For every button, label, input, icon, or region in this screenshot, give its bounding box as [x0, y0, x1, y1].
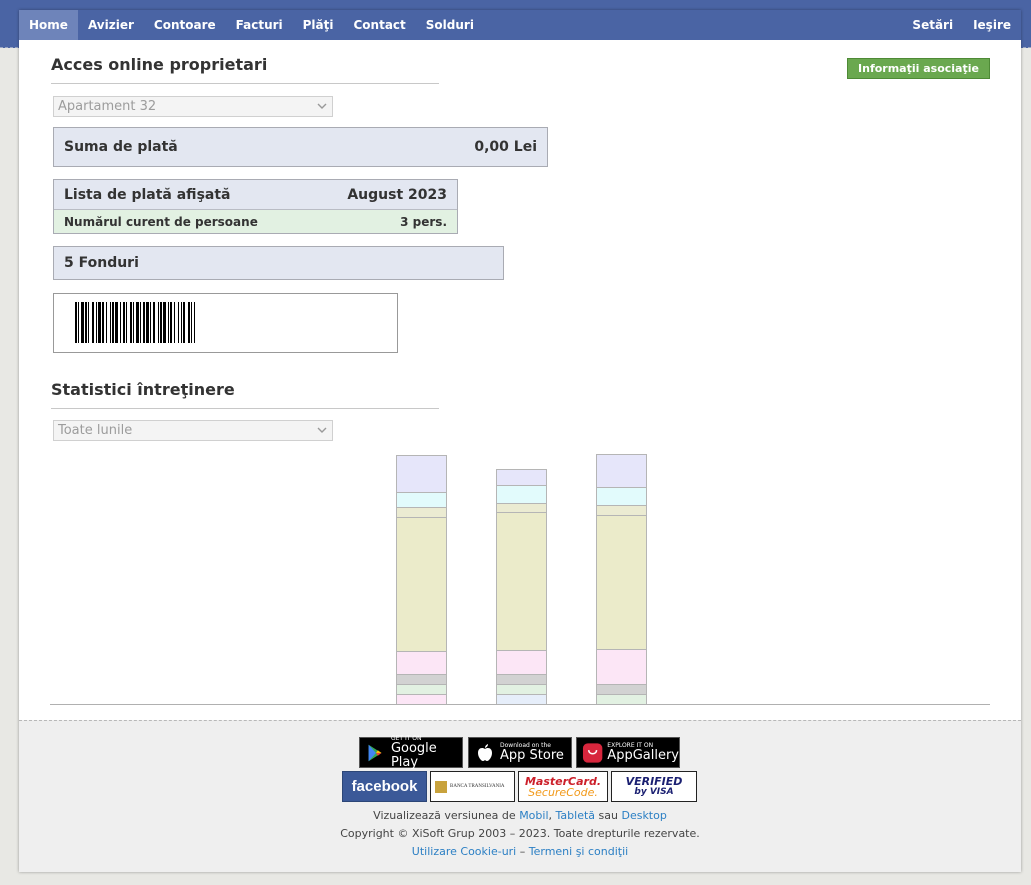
chart-bar-segment[interactable]	[396, 507, 447, 518]
chart-bar-segment[interactable]	[396, 694, 447, 705]
chart-bar-segment[interactable]	[596, 454, 647, 488]
apple-icon	[478, 743, 492, 761]
mastercard-badge[interactable]: MasterCard. SecureCode.	[518, 771, 608, 802]
chart-bar-segment[interactable]	[596, 694, 647, 705]
facebook-logo-text: facebook	[351, 778, 418, 795]
chart-bar-segment[interactable]	[396, 674, 447, 685]
google-badge-big: Google Play	[390, 741, 437, 770]
dash-separator: –	[519, 845, 526, 858]
chart-bar-segment[interactable]	[396, 651, 447, 675]
chart-bar-segment[interactable]	[396, 684, 447, 695]
footer: GET IT ON Google Play Download on the Ap…	[19, 720, 1021, 872]
chart-bar-segment[interactable]	[496, 503, 547, 513]
chart-bar-segment[interactable]	[396, 517, 447, 652]
mastercard-text: MasterCard.	[524, 774, 602, 788]
version-prefix: Vizualizează versiunea de	[373, 809, 516, 822]
legal-links: Utilizare Cookie-uri – Termeni şi condiţ…	[19, 845, 1021, 858]
play-store-icon	[368, 744, 382, 761]
chart-bar-segment[interactable]	[596, 684, 647, 695]
huawei-badge-big: AppGallery	[607, 748, 679, 763]
by-visa-text: by VISA	[634, 787, 674, 797]
chart-bar-segment[interactable]	[596, 649, 647, 685]
app-gallery-badge[interactable]: EXPLORE IT ON AppGallery	[576, 737, 680, 768]
bank-logo-icon	[435, 780, 447, 793]
chart-bar-segment[interactable]	[496, 485, 547, 504]
or-text: sau	[598, 809, 618, 822]
bank-logo-text: BANCA TRANSILVANIA	[450, 784, 505, 789]
verified-text: VERIFIED	[625, 775, 683, 788]
verified-visa-badge[interactable]: VERIFIED by VISA	[611, 771, 697, 802]
chart-bar-segment[interactable]	[396, 455, 447, 493]
chart-bar-segment[interactable]	[496, 512, 547, 651]
maintenance-chart	[50, 454, 990, 705]
tablet-link[interactable]: Tabletă	[556, 809, 596, 822]
mobile-link[interactable]: Mobil	[519, 809, 548, 822]
version-line: Vizualizează versiunea de Mobil, Tabletă…	[19, 809, 1021, 822]
chart-bar-segment[interactable]	[496, 650, 547, 675]
chart-bar-segment[interactable]	[496, 469, 547, 486]
chart-bar-segment[interactable]	[396, 492, 447, 508]
google-play-badge[interactable]: GET IT ON Google Play	[359, 735, 463, 770]
comma-separator: ,	[548, 809, 553, 822]
desktop-link[interactable]: Desktop	[621, 809, 666, 822]
app-store-badge[interactable]: Download on the App Store	[468, 737, 572, 768]
securecode-text: SecureCode.	[528, 785, 598, 799]
facebook-badge[interactable]: facebook	[342, 771, 427, 802]
chart-bar-segment[interactable]	[596, 515, 647, 650]
page-container: Home Avizier Contoare Facturi Plăţi Cont…	[19, 10, 1021, 872]
apple-badge-big: App Store	[500, 748, 564, 763]
huawei-icon	[582, 742, 603, 763]
chart-bar-segment[interactable]	[596, 487, 647, 506]
chart-bar-segment[interactable]	[496, 674, 547, 685]
cookies-link[interactable]: Utilizare Cookie-uri	[412, 845, 516, 858]
chart-bar-segment[interactable]	[596, 505, 647, 516]
copyright-text: Copyright © XiSoft Grup 2003 – 2023. Toa…	[340, 827, 700, 840]
chart-bar-segment[interactable]	[496, 684, 547, 695]
chart-bar-segment[interactable]	[496, 694, 547, 705]
terms-link[interactable]: Termeni şi condiţii	[529, 845, 628, 858]
banca-transilvania-badge[interactable]: BANCA TRANSILVANIA	[430, 771, 515, 802]
